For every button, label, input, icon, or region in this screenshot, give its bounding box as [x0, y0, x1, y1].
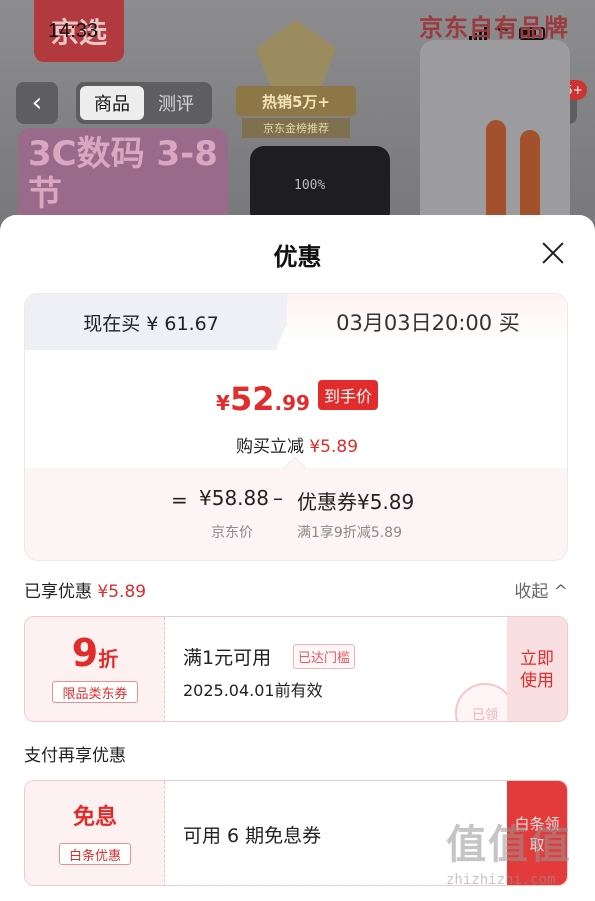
promo-banner: 3C数码 3-8节 [18, 128, 228, 228]
tab-buy-later[interactable]: 03月03日20:00 买 [287, 294, 567, 350]
formula-minus: – [273, 486, 283, 510]
tab-review[interactable]: 测评 [144, 86, 208, 120]
instant-discount-amount: ¥5.89 [309, 437, 359, 457]
jd-price: ¥58.88 [199, 486, 269, 510]
coupon-expiry: 2025.04.01前有效 [183, 681, 323, 700]
price-card: 现在买 ¥ 61.67 03月03日20:00 买 ¥52.99 到手价 购买立… [24, 293, 568, 561]
baitiao-discount-area: 免息 白条优惠 [25, 781, 165, 885]
site-watermark: 值值值 zhizhizhi.com [446, 812, 586, 892]
formula-equals: = [171, 488, 188, 512]
coupon-deduction: 优惠券¥5.89 [297, 490, 415, 514]
product-image-powerbank: 100% [250, 146, 390, 226]
page-tabs: 商品 测评 [76, 82, 212, 124]
instant-discount: 购买立减 ¥5.89 [25, 432, 567, 457]
final-price-tag: 到手价 [317, 380, 378, 410]
coupon-card: 9折 限品类东券 满1元可用 已达门槛 2025.04.01前有效 已领 立即使… [24, 616, 568, 722]
hot-sales-text: 热销5万+ [236, 86, 356, 116]
jd-price-label: 京东价 [211, 525, 253, 541]
hot-sales-badge: 热销5万+ 京东金榜推荐 [236, 20, 356, 138]
back-button[interactable]: ‹ [16, 82, 58, 124]
use-now-button[interactable]: 立即使用 [507, 617, 567, 721]
watermark-url: zhizhizhi.com [446, 872, 556, 888]
powerbank-display: 100% [294, 178, 326, 193]
enjoyed-discount-row: 已享优惠 ¥5.89 收起 ^ [24, 577, 568, 602]
collapse-button[interactable]: 收起 ^ [514, 577, 568, 602]
instant-discount-label: 购买立减 [235, 437, 304, 457]
product-page-background: 京选 14:33 京东自有品牌 ‹ 商品 测评 ☆ ➦ ··· 5+ 3C数码 … [0, 0, 595, 240]
close-icon[interactable] [541, 241, 565, 265]
trophy-icon [256, 20, 336, 90]
price-formula: = ¥58.88 京东价 – 优惠券¥5.89 满1享9折减5.89 [25, 456, 567, 560]
interest-free-label: 免息 [72, 805, 117, 830]
interest-free-desc: 可用 6 期免息券 [183, 825, 322, 847]
sheet-title: 优惠 [273, 243, 322, 271]
pay-section-title: 支付再享优惠 [24, 746, 126, 766]
watermark-logo: 值值值 [446, 822, 572, 868]
final-price: ¥52.99 [216, 380, 310, 418]
discount-sheet: 优惠 现在买 ¥ 61.67 03月03日20:00 买 ¥52.99 到手价 … [0, 215, 595, 901]
baitiao-tag: 白条优惠 [59, 843, 131, 865]
claimed-stamp: 已领 [455, 683, 515, 721]
coupon-condition: 满1元可用 [183, 647, 272, 669]
final-price-section: ¥52.99 到手价 购买立减 ¥5.89 [25, 350, 567, 468]
tab-product[interactable]: 商品 [80, 86, 144, 120]
price-tabs: 现在买 ¥ 61.67 03月03日20:00 买 [25, 294, 567, 350]
product-image-cable [486, 120, 506, 230]
coupon-deduction-label: 满1享9折减5.89 [297, 525, 402, 541]
status-time: 14:33 [48, 20, 99, 42]
coupon-discount: 9折 [71, 631, 119, 675]
own-brand-label: 京东自有品牌 [419, 14, 569, 42]
threshold-badge: 已达门槛 [293, 644, 356, 669]
tab-buy-now[interactable]: 现在买 ¥ 61.67 [25, 294, 277, 350]
final-price-row: ¥52.99 到手价 [25, 380, 567, 418]
coupon-type-tag: 限品类东券 [52, 681, 138, 703]
enjoyed-discount: 已享优惠 ¥5.89 [24, 582, 147, 602]
hot-sales-sub: 京东金榜推荐 [242, 118, 350, 138]
coupon-discount-area: 9折 限品类东券 [25, 617, 165, 721]
